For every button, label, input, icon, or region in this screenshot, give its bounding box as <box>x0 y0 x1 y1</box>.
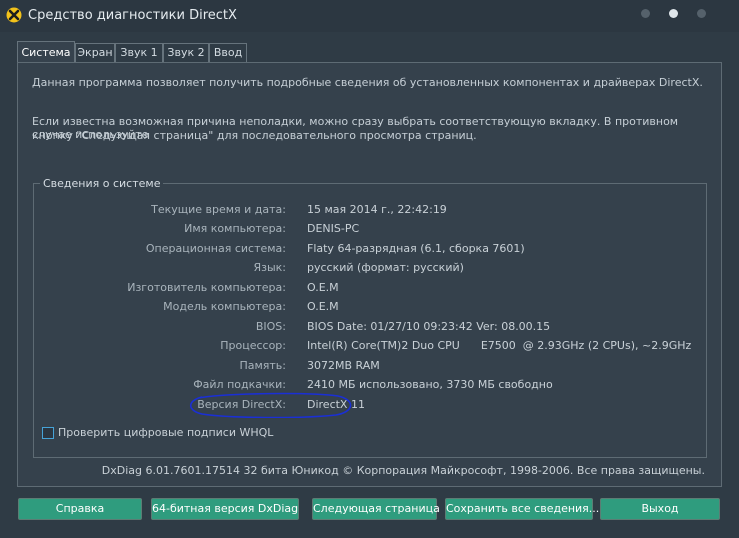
dxdiag-version-info: DxDiag 6.01.7601.17514 32 бита Юникод © … <box>101 464 705 477</box>
row-label-processor: Процессор: <box>220 339 286 352</box>
help-button[interactable]: Справка <box>18 498 142 520</box>
row-value-memory: 3072MB RAM <box>307 359 380 372</box>
row-value-manufacturer: O.E.M <box>307 281 339 294</box>
row-value-page-file: 2410 МБ использовано, 3730 МБ свободно <box>307 378 553 391</box>
tab-system[interactable]: Система <box>17 41 75 63</box>
row-value-model: O.E.M <box>307 300 339 313</box>
system-info-group: Сведения о системе Текущие время и дата:… <box>33 177 707 458</box>
row-value-bios: BIOS Date: 01/27/10 09:23:42 Ver: 08.00.… <box>307 320 551 333</box>
system-tab-panel: Данная программа позволяет получить подр… <box>17 62 722 487</box>
title-bar: Средство диагностики DirectX <box>0 0 739 32</box>
tab-label: Система <box>21 46 71 59</box>
row-value-os: Flaty 64-разрядная (6.1, сборка 7601) <box>307 242 525 255</box>
dxdiag-64bit-button[interactable]: 64-битная версия DxDiag <box>151 498 299 520</box>
row-value-processor: Intel(R) Core(TM)2 Duo CPU E7500 @ 2.93G… <box>307 339 692 352</box>
tab-label: Ввод <box>213 46 243 59</box>
tab-display[interactable]: Экран <box>75 43 115 62</box>
whql-checkbox[interactable] <box>42 427 54 439</box>
row-label-memory: Память: <box>239 359 286 372</box>
row-label-page-file: Файл подкачки: <box>193 378 286 391</box>
row-value-language: русский (формат: русский) <box>307 261 464 274</box>
row-label-bios: BIOS: <box>255 320 286 333</box>
tab-sound-1[interactable]: Звук 1 <box>115 43 163 62</box>
exit-button[interactable]: Выход <box>600 498 720 520</box>
intro-line-1: Данная программа позволяет получить подр… <box>32 76 703 89</box>
row-label-os: Операционная система: <box>145 242 286 255</box>
next-page-button[interactable]: Следующая страница <box>312 498 440 520</box>
row-label-datetime: Текущие время и дата: <box>151 203 286 216</box>
row-label-directx-version: Версия DirectX: <box>197 398 286 411</box>
window-title: Средство диагностики DirectX <box>28 8 237 23</box>
group-title: Сведения о системе <box>40 177 164 190</box>
directx-x-icon <box>6 7 22 23</box>
row-value-directx-version: DirectX 11 <box>307 398 365 411</box>
row-label-language: Язык: <box>253 261 286 274</box>
tab-label: Звук 2 <box>167 46 205 59</box>
tab-label: Звук 1 <box>120 46 158 59</box>
tab-sound-2[interactable]: Звук 2 <box>163 43 209 62</box>
row-value-datetime: 15 мая 2014 г., 22:42:19 <box>307 203 447 216</box>
row-label-computer-name: Имя компьютера: <box>184 222 286 235</box>
close-dot-icon[interactable] <box>697 9 706 18</box>
minimize-dot-icon[interactable] <box>641 9 650 18</box>
row-label-manufacturer: Изготовитель компьютера: <box>127 281 286 294</box>
tab-input[interactable]: Ввод <box>209 43 247 62</box>
whql-label: Проверить цифровые подписи WHQL <box>58 426 274 439</box>
row-value-computer-name: DENIS-PC <box>307 222 360 235</box>
row-label-model: Модель компьютера: <box>163 300 286 313</box>
maximize-dot-icon[interactable] <box>669 9 678 18</box>
intro-line-3: кнопку "Следующая страница" для последов… <box>32 129 477 142</box>
save-all-info-button[interactable]: Сохранить все сведения... <box>445 498 599 520</box>
tab-label: Экран <box>77 46 113 59</box>
